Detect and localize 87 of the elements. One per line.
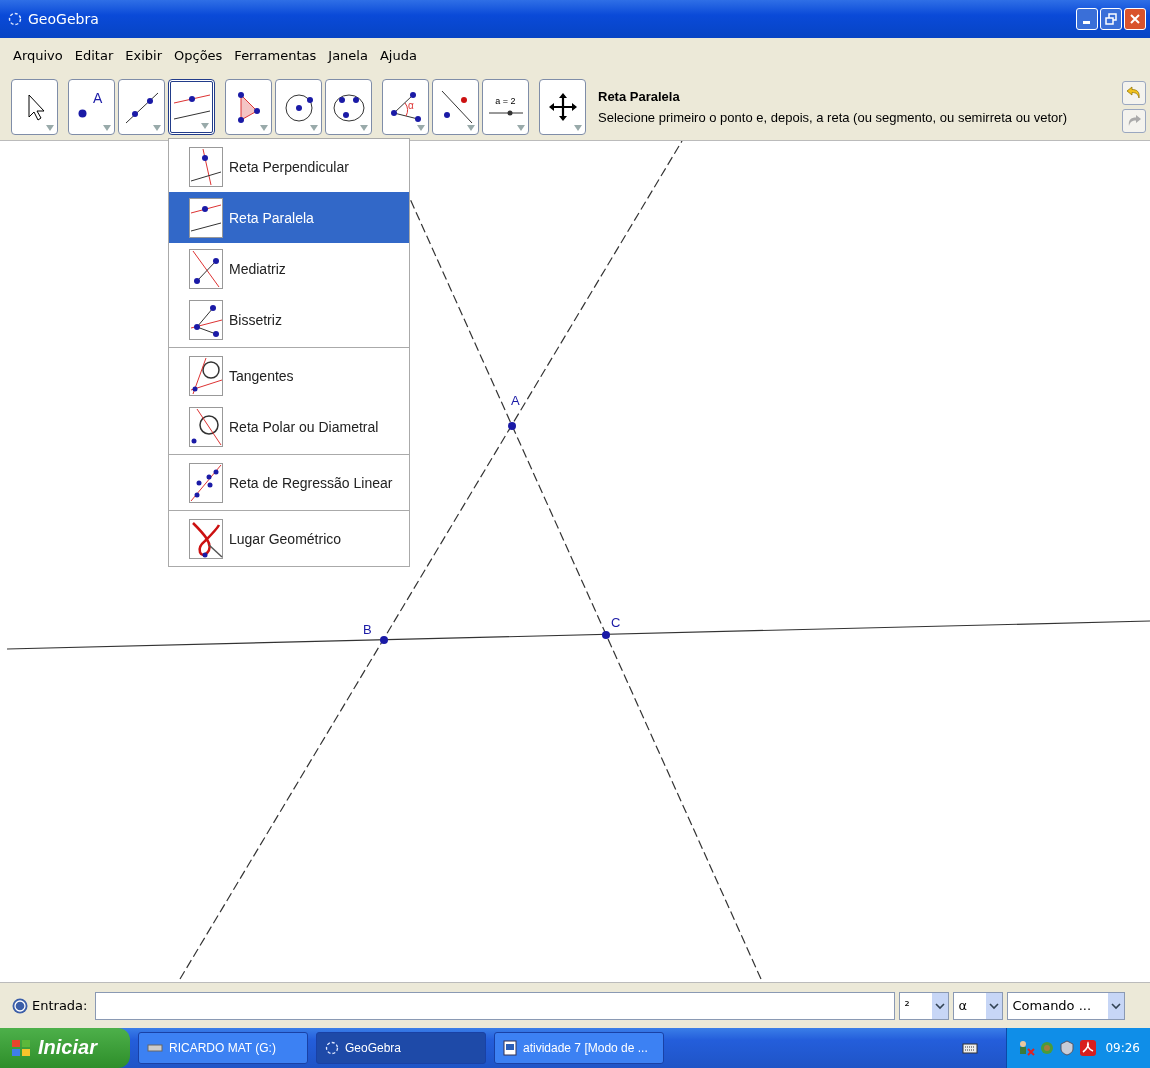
menu-item[interactable]: Ajuda	[379, 47, 417, 63]
menu-item-label: Reta de Regressão Linear	[229, 474, 393, 491]
taskbar-button[interactable]: GeoGebra	[316, 1032, 486, 1064]
window-title: GeoGebra	[28, 10, 99, 27]
caret-icon	[260, 124, 268, 131]
caret-icon	[360, 124, 368, 131]
shield-icon[interactable]	[1059, 1040, 1076, 1056]
tool-button[interactable]	[168, 78, 215, 135]
dropdown-item[interactable]: Tangentes	[169, 350, 409, 402]
dropdown-select[interactable]: ²	[899, 991, 950, 1020]
regression-line-icon	[189, 462, 223, 503]
dropdown-item[interactable]: Bissetriz	[169, 294, 409, 346]
tool-button[interactable]	[275, 78, 322, 135]
caret-icon	[989, 1001, 1000, 1010]
app-icon	[325, 1041, 339, 1055]
crossing-lines-icon	[189, 248, 223, 289]
menu-item[interactable]: Ferramentas	[234, 47, 317, 63]
tool-button[interactable]	[118, 78, 165, 135]
restore-icon	[1105, 12, 1117, 25]
close-button[interactable]	[1124, 7, 1146, 30]
caret-icon	[201, 122, 209, 129]
caret-icon	[935, 1001, 946, 1010]
point-label: C	[611, 615, 621, 631]
minimize-button[interactable]	[1076, 7, 1098, 30]
point-icon	[78, 109, 87, 119]
dropdown-item[interactable]: Reta Polar ou Diametral	[169, 401, 409, 453]
app-icon	[8, 11, 22, 26]
menu-item-label: Reta Paralela	[229, 209, 314, 226]
icon-label: a = 2	[494, 95, 517, 106]
drive-icon	[147, 1042, 163, 1054]
tool-button[interactable]: a = 2	[482, 78, 529, 135]
menu-item-label: Reta Perpendicular	[229, 158, 349, 175]
menu-item[interactable]: Arquivo	[13, 47, 63, 63]
slider-icon	[488, 109, 523, 116]
document-icon	[503, 1040, 517, 1056]
taskbar-button[interactable]: RICARDO MAT (G:)	[138, 1032, 308, 1064]
tool-button[interactable]	[325, 78, 372, 135]
caret-icon	[1111, 1001, 1122, 1010]
dropdown-select[interactable]: α	[953, 991, 1004, 1020]
clock-time: 09:26	[1105, 1041, 1140, 1055]
input-field[interactable]	[95, 991, 896, 1020]
caret-icon	[103, 124, 111, 131]
point-label: A	[511, 393, 520, 409]
minimize-icon	[1082, 21, 1090, 25]
menu-item[interactable]: Janela	[328, 47, 368, 63]
caret-icon	[417, 124, 425, 131]
undo-icon	[1126, 84, 1142, 101]
caret-icon	[467, 124, 475, 131]
close-icon	[1129, 12, 1141, 25]
tool-button[interactable]: α	[382, 78, 429, 135]
tool-button[interactable]	[539, 78, 586, 135]
dropdown-item[interactable]: Reta Perpendicular	[169, 141, 409, 193]
menu-item-label: Reta Polar ou Diametral	[229, 418, 379, 435]
caret-icon	[153, 124, 161, 131]
tool-name: Reta Paralela	[598, 88, 681, 104]
dropdown-item[interactable]: Mediatriz	[169, 243, 409, 295]
curve-icon	[189, 518, 223, 559]
menu-item-label: Mediatriz	[229, 260, 286, 277]
icon-label: α	[408, 99, 414, 111]
menu-item-label: Lugar Geométrico	[229, 530, 342, 547]
angle-bisector-icon	[189, 299, 223, 340]
menu-item-label: Bissetriz	[229, 311, 282, 328]
taskbar-button[interactable]: atividade 7 [Modo de ...	[494, 1032, 664, 1064]
parallel-lines-icon	[189, 197, 223, 238]
tool-button[interactable]	[225, 78, 272, 135]
menu-item[interactable]: Opções	[174, 47, 223, 63]
caret-icon	[310, 124, 318, 131]
caret-icon	[574, 124, 582, 131]
menu-item[interactable]: Editar	[74, 47, 114, 63]
windows-logo-icon	[10, 1038, 32, 1058]
keyboard-icon[interactable]	[962, 1042, 979, 1054]
tangent-lines-icon	[189, 355, 223, 396]
icon-label: A	[93, 89, 103, 106]
input-label: Entrada:	[32, 998, 88, 1014]
dropdown-select[interactable]: Comando ...	[1007, 991, 1126, 1020]
dropdown-item[interactable]: Reta Paralela	[169, 192, 409, 244]
restore-button[interactable]	[1100, 7, 1122, 30]
point-label: B	[363, 622, 372, 638]
help-icon[interactable]	[12, 997, 28, 1014]
menu-item-label: Tangentes	[229, 367, 294, 384]
caret-icon	[517, 124, 525, 131]
menu-item[interactable]: Exibir	[125, 47, 162, 63]
tool-help-text: Selecione primeiro o ponto e, depois, a reta (ou segmento, ou semirreta ou vetor)	[598, 109, 1068, 125]
caret-icon	[46, 124, 54, 131]
dropdown-item[interactable]: Reta de Regressão Linear	[169, 457, 409, 509]
tool-button[interactable]: A	[68, 78, 115, 135]
dropdown-item[interactable]: Lugar Geométrico	[169, 513, 409, 565]
